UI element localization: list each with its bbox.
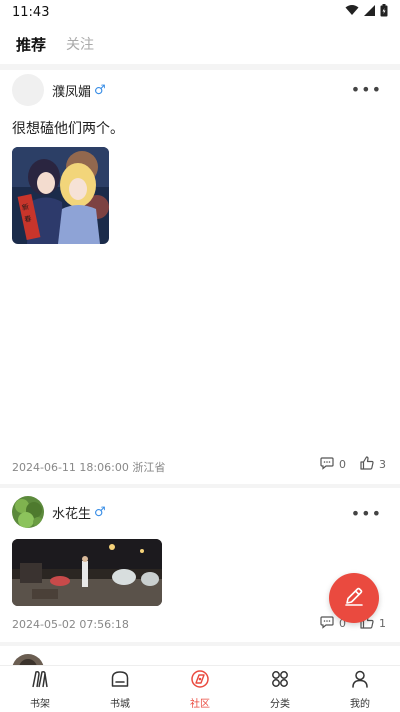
thumbs-up-icon — [360, 456, 374, 473]
create-post-button[interactable] — [329, 573, 379, 623]
nav-item-community[interactable]: 社区 — [160, 666, 240, 712]
wifi-icon — [345, 4, 359, 20]
comment-icon — [320, 456, 334, 473]
status-time: 11:43 — [12, 4, 50, 20]
nav-label: 分类 — [270, 698, 290, 710]
post-image[interactable]: 新 春 — [12, 147, 109, 244]
nav-label: 社区 — [190, 698, 210, 710]
post-text: 很想磕他们两个。 — [12, 121, 124, 137]
nav-label: 书城 — [110, 698, 130, 710]
profile-icon — [350, 669, 370, 693]
like-count: 3 — [379, 458, 386, 471]
avatar[interactable] — [12, 496, 44, 528]
community-icon — [190, 669, 210, 693]
nav-item-category[interactable]: 分类 — [240, 666, 320, 712]
category-icon — [270, 669, 290, 693]
post-card[interactable]: 濮凤媚 ♂ ••• 很想磕他们两个。 新 春 2024-06-11 18:06:… — [0, 70, 400, 484]
bottom-nav: 书架 书城 社区 分类 我的 — [0, 665, 400, 712]
nav-item-bookstore[interactable]: 书城 — [80, 666, 160, 712]
post-header: 水花生 ♂ — [12, 496, 106, 528]
more-options-icon[interactable]: ••• — [351, 80, 382, 99]
bookstore-icon — [110, 669, 130, 693]
post-meta: 2024-05-02 07:56:18 — [12, 618, 129, 631]
like-button[interactable]: 3 — [360, 456, 386, 473]
nav-item-bookshelf[interactable]: 书架 — [0, 666, 80, 712]
feed-tabs: 推荐 关注 — [0, 28, 400, 60]
post-card[interactable] — [0, 646, 400, 665]
signal-icon — [364, 4, 375, 20]
nav-label: 书架 — [30, 698, 50, 710]
comment-count: 0 — [339, 458, 346, 471]
comment-icon — [320, 615, 334, 632]
battery-icon — [380, 3, 388, 21]
more-options-icon[interactable]: ••• — [351, 504, 382, 523]
avatar[interactable] — [12, 74, 44, 106]
tab-following[interactable]: 关注 — [66, 34, 94, 54]
avatar[interactable] — [12, 654, 44, 665]
post-image[interactable] — [12, 539, 162, 606]
status-icons — [345, 3, 388, 21]
tab-recommended[interactable]: 推荐 — [16, 34, 46, 55]
status-bar: 11:43 — [0, 0, 400, 24]
gender-male-icon: ♂ — [94, 504, 106, 520]
post-header: 濮凤媚 ♂ — [12, 74, 106, 106]
post-meta: 2024-06-11 18:06:00 浙江省 — [12, 461, 166, 474]
comment-button[interactable]: 0 — [320, 456, 346, 473]
post-actions: 0 3 — [320, 456, 386, 473]
like-count: 1 — [379, 617, 386, 630]
post-username[interactable]: 水花生 — [52, 503, 91, 522]
bookshelf-icon — [30, 669, 50, 693]
post-username[interactable]: 濮凤媚 — [52, 81, 91, 100]
nav-label: 我的 — [350, 698, 370, 710]
nav-item-profile[interactable]: 我的 — [320, 666, 400, 712]
gender-male-icon: ♂ — [94, 82, 106, 98]
edit-pencil-icon — [343, 585, 365, 611]
